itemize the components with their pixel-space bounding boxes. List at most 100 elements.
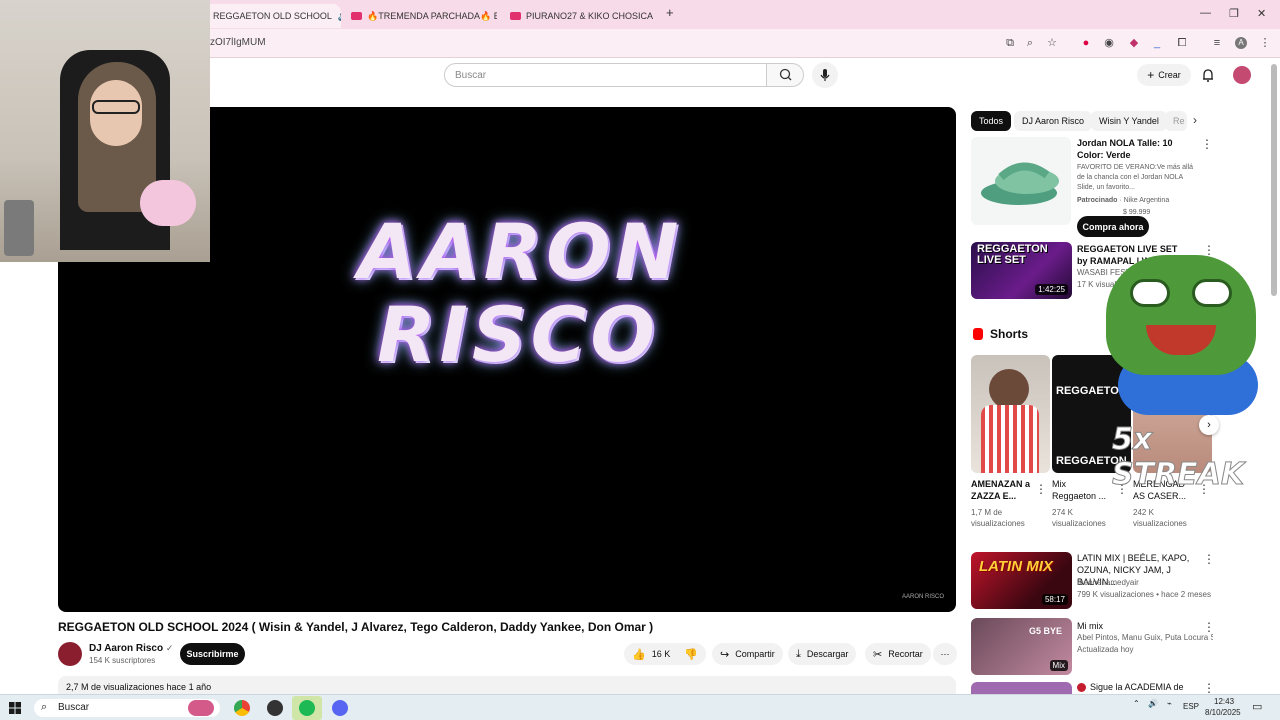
thumb-text: LATIN MIX: [979, 558, 1053, 575]
chip-dj-aaron-risco[interactable]: DJ Aaron Risco: [1014, 111, 1093, 131]
search-icon: [779, 68, 792, 81]
url-field[interactable]: zOI7lIgMUM: [210, 37, 266, 48]
rec-title[interactable]: Mi mix: [1077, 620, 1103, 632]
extension-icon[interactable]: _: [1151, 37, 1163, 49]
menu-kebab-icon[interactable]: ⋮: [1259, 37, 1271, 49]
discord-icon[interactable]: [332, 700, 348, 716]
rec-kebab-icon[interactable]: ⋮: [1203, 681, 1215, 695]
create-button[interactable]: + Crear: [1137, 64, 1191, 86]
ad-thumbnail[interactable]: [971, 137, 1071, 225]
sponsored-label: Patrocinado: [1077, 197, 1118, 204]
restore-button[interactable]: ❐: [1229, 7, 1239, 20]
clock-date[interactable]: 8/10/2025: [1205, 708, 1241, 717]
profile-icon[interactable]: A: [1235, 37, 1247, 49]
rec-title[interactable]: Sigue la ACADEMIA de: [1090, 681, 1184, 693]
bookmark-star-icon[interactable]: ☆: [1046, 37, 1058, 49]
channel-name-text: DJ Aaron Risco: [89, 643, 164, 654]
speaker-icon: 🔊: [338, 11, 341, 22]
tab-tremenda[interactable]: 🔥TREMENDA PARCHADA🔥 EL ✕: [343, 4, 497, 28]
download-button[interactable]: ⤓ Descargar: [788, 643, 857, 665]
notifications-bell-icon[interactable]: [1201, 68, 1215, 82]
thumbs-down-icon[interactable]: 👎: [684, 648, 698, 661]
thumb-text: REGGAETON LIVE SET: [977, 243, 1048, 266]
octopus-widget-icon[interactable]: [188, 700, 214, 716]
clip-button[interactable]: ✂ Recortar: [865, 643, 931, 665]
page-scrollbar[interactable]: [1271, 64, 1277, 296]
rec-thumbnail[interactable]: REGGAETON LIVE SET 1:42:25: [971, 242, 1072, 299]
rec-channel[interactable]: theonenamedyair: [1077, 577, 1139, 588]
duration-badge: 58:17: [1041, 594, 1068, 605]
more-horiz-icon: ⋯: [940, 648, 950, 659]
account-avatar[interactable]: [1233, 66, 1251, 84]
scissors-icon: ✂: [873, 648, 883, 661]
zoom-icon[interactable]: ⌕: [1024, 37, 1036, 49]
minimize-button[interactable]: —: [1200, 7, 1211, 19]
ad-title[interactable]: Jordan NOLA Talle: 10 Color: Verde: [1077, 137, 1197, 161]
subscribe-button[interactable]: Suscribirme: [180, 643, 245, 665]
search-input[interactable]: Buscar: [444, 63, 767, 87]
tray-chevron-icon[interactable]: ⌃: [1133, 699, 1140, 708]
youtube-favicon-icon: [510, 12, 521, 20]
thumbs-up-icon: 👍: [632, 648, 646, 661]
tab-piurano[interactable]: PIURANO27 & KIKO CHOSICA ✕: [502, 4, 658, 28]
short-thumbnail[interactable]: [971, 355, 1050, 473]
rec-kebab-icon[interactable]: ⋮: [1203, 620, 1215, 634]
search-button[interactable]: [766, 63, 804, 87]
extensions-puzzle-icon[interactable]: ⧠: [1176, 37, 1188, 49]
mix-thumbnail[interactable]: G5 BYE Mix: [971, 618, 1072, 675]
rec-channel: Abel Pintos, Manu Guix, Puta Locura Star…: [1077, 633, 1213, 642]
reading-list-icon[interactable]: ≡: [1211, 37, 1223, 49]
rec-thumbnail[interactable]: [971, 682, 1072, 694]
cast-icon[interactable]: ⧉: [1004, 37, 1016, 49]
shop-now-button[interactable]: Compra ahora: [1077, 216, 1149, 237]
tab-reggaeton[interactable]: REGGAETON OLD SCHOOL 🔊 ✕: [205, 4, 341, 28]
more-actions-button[interactable]: ⋯: [933, 643, 957, 665]
voice-search-button[interactable]: [812, 62, 838, 88]
striped-shirt-shape: [981, 405, 1039, 473]
obs-icon[interactable]: [267, 700, 283, 716]
like-count: 16 K: [651, 649, 671, 659]
shorts-heading: Shorts: [990, 327, 1029, 341]
windows-start-icon[interactable]: [9, 702, 21, 714]
ad-kebab-icon[interactable]: ⋮: [1201, 137, 1213, 151]
video-watermark: AARON RISCO: [901, 594, 944, 600]
notification-center-icon[interactable]: ▭: [1252, 700, 1262, 713]
short-title[interactable]: AMENAZAN a ZAZZA E...: [971, 478, 1031, 502]
spotify-icon: [299, 700, 315, 716]
language-indicator[interactable]: ESP: [1183, 702, 1199, 711]
spotify-active-slot[interactable]: [292, 696, 322, 720]
channel-name[interactable]: DJ Aaron Risco ✓: [89, 643, 173, 654]
chevron-right-icon[interactable]: ›: [1193, 113, 1197, 127]
ad-description: FAVORITO DE VERANO:Ve más allá de la cha…: [1077, 164, 1194, 191]
extension-icon[interactable]: ◉: [1103, 37, 1115, 49]
video-logo: AARON RISCO: [358, 207, 678, 379]
rec-meta: 799 K visualizaciones • hace 2 meses: [1077, 590, 1211, 599]
network-icon[interactable]: ⌁: [1167, 699, 1172, 708]
clock-time[interactable]: 12:43: [1214, 697, 1234, 706]
clip-label: Recortar: [888, 649, 923, 659]
short-title[interactable]: Mix Reggaeton ...: [1052, 478, 1112, 502]
channel-avatar[interactable]: [58, 642, 82, 666]
tab-label: PIURANO27 & KIKO CHOSICA: [526, 11, 654, 21]
pepe-head-shape: [1106, 255, 1256, 375]
like-dislike-group: 👍 16 K 👎: [624, 643, 706, 665]
chip-wisin-y-yandel[interactable]: Wisin Y Yandel: [1091, 111, 1167, 131]
rec-kebab-icon[interactable]: ⋮: [1203, 552, 1215, 566]
rec-thumbnail[interactable]: LATIN MIX 58:17: [971, 552, 1072, 609]
chip-partial[interactable]: Re: [1165, 111, 1187, 131]
chip-all[interactable]: Todos: [971, 111, 1012, 131]
short-kebab-icon[interactable]: ⋮: [1035, 482, 1047, 496]
ad-sponsor-line: Patrocinado · Nike Argentina: [1077, 195, 1169, 206]
subscriber-count: 154 K suscriptores: [89, 656, 156, 665]
chrome-icon[interactable]: [234, 700, 250, 716]
like-button[interactable]: 👍 16 K: [632, 648, 670, 661]
volume-icon[interactable]: 🔊: [1148, 699, 1158, 708]
shield-extension-icon[interactable]: ◆: [1128, 37, 1140, 49]
extension-icon[interactable]: ●: [1080, 37, 1092, 49]
close-window-button[interactable]: ✕: [1257, 7, 1266, 20]
download-icon: ⤓: [796, 647, 801, 660]
new-tab-icon[interactable]: +: [666, 5, 674, 20]
share-button[interactable]: ↪ Compartir: [712, 643, 783, 665]
shorts-icon: [973, 328, 983, 340]
download-label: Descargar: [806, 649, 849, 659]
